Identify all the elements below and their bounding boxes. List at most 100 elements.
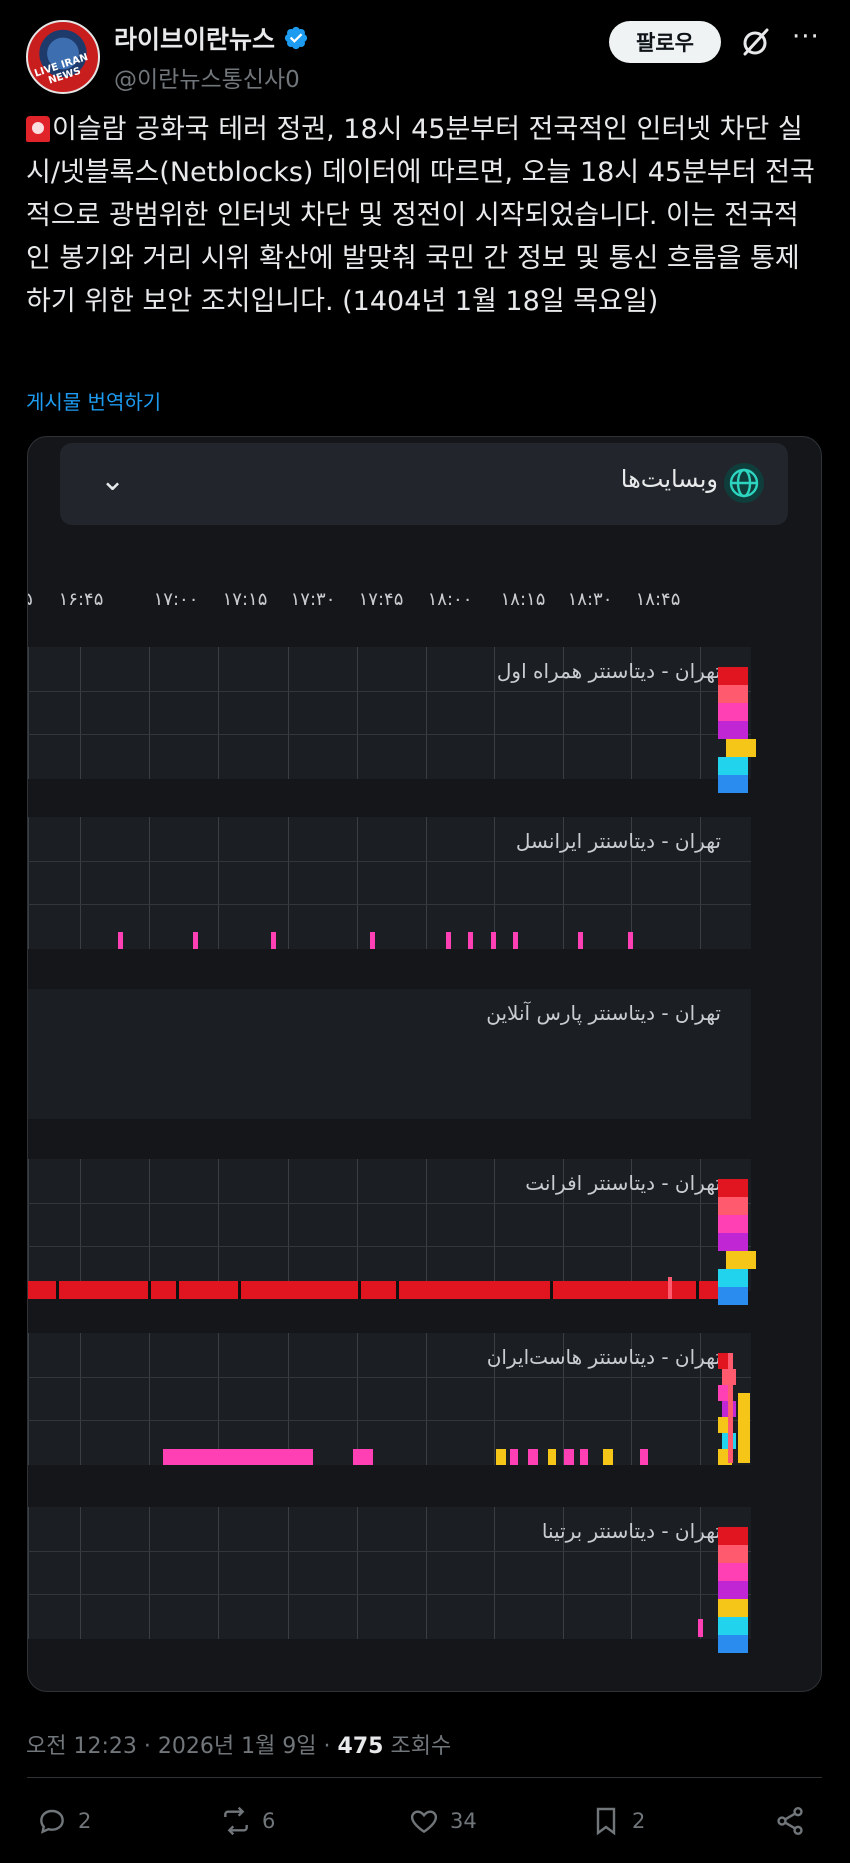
data-center-label: تهران - دیتاسنتر پارس آنلاین xyxy=(486,1001,721,1025)
data-center-row: تهران - دیتاسنتر برتینا xyxy=(28,1507,751,1653)
grid-line xyxy=(218,647,219,779)
chevron-down-icon[interactable]: ⌄ xyxy=(100,463,125,498)
grid-line xyxy=(357,647,358,779)
status-stack-segment xyxy=(718,721,748,739)
data-center-label: تهران - دیتاسنتر هاست‌ایران xyxy=(486,1345,721,1369)
outage-band xyxy=(163,1449,313,1465)
grid-line xyxy=(288,1333,289,1465)
data-center-label: تهران - دیتاسنتر همراه اول xyxy=(496,659,721,683)
grid-line xyxy=(28,1203,751,1204)
outage-spike xyxy=(118,932,123,949)
grid-line xyxy=(426,1333,427,1465)
grid-line xyxy=(288,1159,289,1291)
reply-icon xyxy=(40,1809,64,1834)
status-stack-segment xyxy=(726,739,756,757)
time-tick: ۱۶:۴۵ xyxy=(58,589,104,610)
follow-button[interactable]: 팔로우 xyxy=(609,21,721,63)
status-stack-segment xyxy=(718,1617,748,1635)
websites-dropdown-header[interactable]: ⌄ وبسایت‌ها xyxy=(60,443,788,525)
more-options-button[interactable]: ··· xyxy=(792,22,820,52)
grid-line xyxy=(80,817,81,949)
grid-line xyxy=(218,1333,219,1465)
grid-line xyxy=(357,817,358,949)
grid-line xyxy=(28,691,751,692)
attached-image[interactable]: ⌄ وبسایت‌ها ۱۶:۴۵ ۱۷:۰۰ ۱۷:۱۵ ۱۷:۳۰ ۱۷:۴۵ ۱۸:… xyxy=(27,436,822,1692)
divider xyxy=(27,1777,822,1778)
time-tick-partial: ۵ xyxy=(28,589,33,610)
status-stack-segment xyxy=(718,1269,748,1287)
grid-line xyxy=(494,1507,495,1639)
tweet-date[interactable]: 2026년 1월 9일 xyxy=(158,1734,317,1759)
status-stack-segment xyxy=(718,1179,748,1197)
outage-spike xyxy=(578,932,583,949)
outage-spike xyxy=(628,932,633,949)
outage-spike xyxy=(528,1449,538,1465)
like-button[interactable]: 34 xyxy=(408,1805,477,1837)
grid-line xyxy=(494,647,495,779)
tweet-time[interactable]: 오전 12:23 xyxy=(26,1734,137,1759)
status-stack-segment xyxy=(718,1233,748,1251)
time-tick: ۱۸:۴۵ xyxy=(635,589,681,610)
time-tick: ۱۷:۰۰ xyxy=(153,589,199,610)
time-tick: ۱۸:۰۰ xyxy=(427,589,473,610)
data-center-row: تهران - دیتاسنتر هاست‌ایران xyxy=(28,1333,751,1465)
avatar-logo-text: LIVE IRAN NEWS xyxy=(33,51,90,87)
grid-line xyxy=(288,817,289,949)
globe-icon xyxy=(724,463,764,503)
data-center-row: تهران - دیتاسنتر ایرانسل xyxy=(28,817,751,949)
data-center-row: تهران - دیتاسنتر افرانت xyxy=(28,1159,756,1305)
tweet-body: 이슬람 공화국 테러 정권, 18시 45분부터 전국적인 인터넷 차단 실시/… xyxy=(26,114,815,317)
grid-line xyxy=(28,734,751,735)
status-stack-segment xyxy=(718,703,748,721)
grid-line xyxy=(149,647,150,779)
verified-badge-icon xyxy=(284,26,308,50)
grid-line xyxy=(28,904,751,905)
data-center-row: تهران - دیتاسنتر همراه اول xyxy=(28,647,756,793)
grid-line xyxy=(80,1507,81,1639)
outage-gap xyxy=(176,1281,179,1299)
time-tick: ۱۸:۱۵ xyxy=(500,589,546,610)
status-stack-segment xyxy=(718,1197,748,1215)
grid-line xyxy=(28,861,751,862)
grid-line xyxy=(28,817,29,949)
repost-icon xyxy=(224,1806,248,1836)
translate-post-link[interactable]: 게시물 번역하기 xyxy=(26,386,161,415)
data-center-label: تهران - دیتاسنتر افرانت xyxy=(525,1171,721,1195)
status-stack-segment xyxy=(718,1635,748,1653)
status-stack-segment xyxy=(728,1353,733,1463)
data-center-label: تهران - دیتاسنتر ایرانسل xyxy=(515,829,721,853)
status-stack-segment xyxy=(718,1563,748,1581)
bookmark-button[interactable]: 2 xyxy=(590,1805,645,1837)
grid-line xyxy=(28,1377,751,1378)
author-name-row[interactable]: 라이브이란뉴스 xyxy=(114,20,309,56)
grid-line xyxy=(288,1507,289,1639)
avatar[interactable]: LIVE IRAN NEWS xyxy=(26,20,100,94)
outage-band xyxy=(28,1281,718,1299)
author-handle[interactable]: @이란뉴스통신사0 xyxy=(114,60,300,94)
grid-line xyxy=(218,817,219,949)
outage-spike xyxy=(603,1449,613,1465)
bookmark-count: 2 xyxy=(632,1809,646,1833)
outage-spike xyxy=(370,932,375,949)
outage-spike xyxy=(548,1449,556,1465)
repost-count: 6 xyxy=(262,1809,276,1833)
time-axis: ۱۶:۴۵ ۱۷:۰۰ ۱۷:۱۵ ۱۷:۳۰ ۱۷:۴۵ ۱۸:۰۰ ۱۸:۱۵ ۱۸:۳۰… xyxy=(28,589,821,619)
outage-spike xyxy=(513,932,518,949)
grid-line xyxy=(218,1159,219,1291)
author-display-name[interactable]: 라이브이란뉴스 xyxy=(114,20,275,56)
grid-line xyxy=(357,1159,358,1291)
outage-spike xyxy=(491,932,496,949)
time-tick: ۱۷:۴۵ xyxy=(358,589,404,610)
grid-line xyxy=(426,1159,427,1291)
outage-gap xyxy=(696,1281,699,1299)
status-stack-segment xyxy=(718,1287,748,1305)
repost-button[interactable]: 6 xyxy=(220,1805,275,1837)
grid-line xyxy=(149,817,150,949)
grid-line xyxy=(494,1159,495,1291)
reply-button[interactable]: 2 xyxy=(36,1805,91,1837)
outage-band xyxy=(353,1449,373,1465)
grok-icon[interactable] xyxy=(740,26,772,58)
outage-gap xyxy=(358,1281,361,1299)
share-button[interactable] xyxy=(774,1805,806,1837)
grid-line xyxy=(28,1333,29,1465)
